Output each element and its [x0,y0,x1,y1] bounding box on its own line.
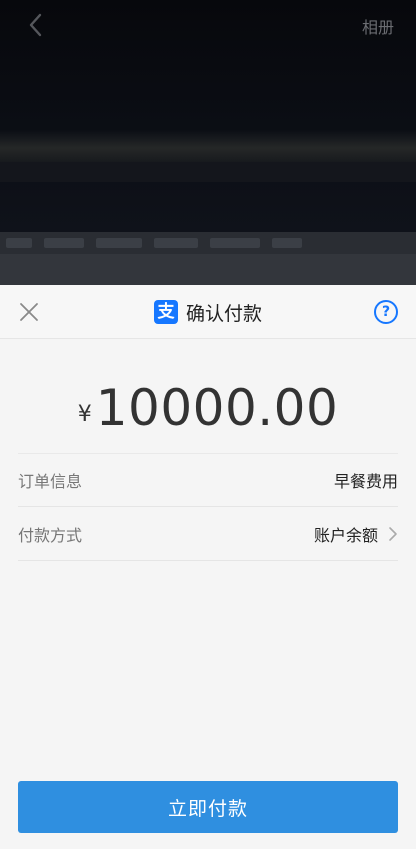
amount-value: 10000.00 [95,379,339,437]
scanner-topbar: 相册 [0,0,416,50]
payment-sheet: 支 确认付款 ? ¥ 10000.00 订单信息 早餐费用 付款方式 账户余额 … [0,285,416,849]
sheet-title: 确认付款 [185,302,262,325]
sheet-header: 支 确认付款 ? [0,285,416,339]
back-icon[interactable] [26,12,48,38]
chevron-right-icon [389,526,397,541]
title-group: 支 确认付款 [0,285,416,339]
order-info-value: 早餐费用 [333,472,398,491]
alipay-logo-icon: 支 [153,300,178,324]
order-info-row: 订单信息 早餐费用 [18,453,398,507]
background-tabstrip [0,232,416,254]
pay-now-button[interactable]: 立即付款 [18,781,398,833]
order-info-label: 订单信息 [18,472,83,491]
payment-method-value-group: 账户余额 [314,522,398,546]
background-band [0,162,416,182]
payment-method-value: 账户余额 [313,525,378,545]
close-icon [20,303,38,321]
close-button[interactable] [14,297,44,327]
payment-method-label: 付款方式 [18,525,83,545]
amount-display: ¥ 10000.00 [0,383,416,433]
help-icon[interactable]: ? [374,300,398,324]
currency-symbol: ¥ [77,402,92,427]
payment-method-row[interactable]: 付款方式 账户余额 [18,507,398,561]
album-button[interactable]: 相册 [362,14,394,38]
